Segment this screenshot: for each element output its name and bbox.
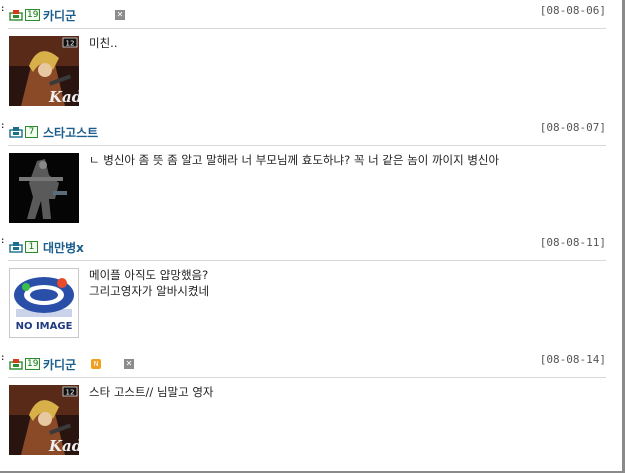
new-badge-icon: N [91,359,101,369]
comment-text: ㄴ 병신아 좀 뜻 좀 알고 말해라 너 부모님께 효도하냐? 꼭 너 같은 놈… [89,153,500,167]
level-badge: 19 [25,358,41,370]
svg-text:12: 12 [66,389,75,397]
comment-item: : 1 대만병x [08-08-11] NO IMAGE 메이플 아직도 얍망했… [0,236,612,348]
comment-text: 메이플 아직도 얍망했음? 그리고영자가 알바시켰네 [89,268,210,298]
comment-header: 7 스타고스트 [08-08-07] [8,121,606,146]
member-icon [9,127,23,138]
comment-item: : 19 카디군 N ✕ [08-08-14] 12 Kadi 스타 고스트//… [0,353,606,455]
comment-date: [08-08-14] [539,353,606,366]
svg-text:Kadi: Kadi [48,437,79,455]
comment-date: [08-08-11] [539,236,606,249]
comment-text: 미친.. [89,36,118,50]
svg-text:Kadi: Kadi [48,88,79,106]
comment-header: 19 카디군 ✕ [08-08-06] [8,4,606,29]
delete-icon[interactable]: ✕ [124,359,134,369]
comment-date: [08-08-07] [539,121,606,134]
member-icon [9,359,23,370]
level-badge: 19 [25,9,41,21]
comment-header: 1 대만병x [08-08-11] [8,236,606,261]
no-image-avatar[interactable]: NO IMAGE [9,268,79,338]
user-avatar[interactable] [9,153,79,223]
user-avatar[interactable]: 12 Kadi [9,385,79,455]
member-icon [9,242,23,253]
nickname-link[interactable]: 스타고스트 [43,124,98,141]
nickname-link[interactable]: 카디군 [43,7,76,24]
comment-header: 19 카디군 N ✕ [08-08-14] [8,353,606,378]
comment-item: : 19 카디군 ✕ [08-08-06] 12 Kadi 미친.. [0,4,606,106]
nickname-link[interactable]: 대만병x [43,239,84,256]
svg-text:NO IMAGE: NO IMAGE [16,321,73,332]
svg-text:12: 12 [66,40,75,48]
delete-icon[interactable]: ✕ [115,10,125,20]
comment-date: [08-08-06] [539,4,606,17]
member-icon [9,10,23,21]
level-badge: 7 [25,126,38,138]
comment-item: : 7 스타고스트 [08-08-07] ㄴ 병신아 좀 뜻 좀 알고 말해라 … [0,121,612,233]
comment-text: 스타 고스트// 님말고 영자 [89,385,214,399]
nickname-link[interactable]: 카디군 [43,356,76,373]
user-avatar[interactable]: 12 Kadi [9,36,79,106]
level-badge: 1 [25,241,38,253]
